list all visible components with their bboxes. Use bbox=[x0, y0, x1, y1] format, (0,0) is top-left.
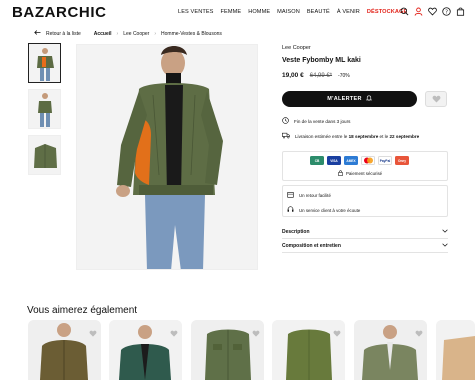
recommended-product-4[interactable] bbox=[272, 320, 345, 380]
recommended-product-6[interactable] bbox=[436, 320, 475, 380]
heart-icon[interactable] bbox=[252, 324, 260, 342]
logo[interactable]: BAZARCHIC bbox=[12, 4, 107, 21]
bag-icon[interactable] bbox=[456, 7, 465, 16]
product-main-image[interactable] bbox=[76, 44, 258, 270]
clock-icon bbox=[282, 117, 289, 125]
oney-icon: Oney bbox=[395, 156, 409, 165]
current-price: 19,00 € bbox=[282, 72, 304, 79]
chevron-down-icon bbox=[442, 243, 448, 249]
heart-icon[interactable] bbox=[89, 324, 97, 342]
svg-text:?: ? bbox=[445, 9, 448, 15]
sale-end-text: Fin de la vente dans 3 jours bbox=[294, 118, 351, 124]
alert-button[interactable]: M'ALERTER bbox=[282, 91, 417, 107]
recommended-product-3[interactable] bbox=[191, 320, 264, 380]
accordion-composition-label: Composition et entretien bbox=[282, 243, 341, 249]
discount-badge: -70% bbox=[338, 73, 350, 79]
nav-beaute[interactable]: BEAUTÉ bbox=[307, 9, 330, 15]
truck-icon bbox=[282, 132, 290, 140]
lock-icon bbox=[338, 170, 343, 177]
thumbnail-3[interactable] bbox=[28, 135, 61, 175]
product-name: Veste Fybomby ML kaki bbox=[282, 57, 361, 64]
heart-icon[interactable] bbox=[333, 324, 341, 342]
headset-icon bbox=[287, 206, 294, 214]
visa-card-icon: VISA bbox=[327, 156, 341, 165]
thumbnail-1[interactable] bbox=[28, 43, 61, 83]
payment-methods: CB VISA AMEX PayPal Oney bbox=[310, 156, 409, 165]
thumbnail-2[interactable] bbox=[28, 89, 61, 129]
paypal-icon: PayPal bbox=[378, 156, 392, 165]
recommended-product-5[interactable] bbox=[354, 320, 427, 380]
customer-service: Un service client à votre écoute bbox=[287, 206, 360, 214]
price-block: 19,00 € 64,99 €* -70% bbox=[282, 72, 350, 79]
cb-card-icon: CB bbox=[310, 156, 324, 165]
breadcrumb-category[interactable]: Homme-Vestes & Blousons bbox=[161, 31, 222, 37]
heart-icon bbox=[432, 90, 441, 108]
arrow-left-icon[interactable] bbox=[34, 30, 41, 37]
heart-icon[interactable] bbox=[428, 7, 437, 16]
product-brand[interactable]: Lee Cooper bbox=[282, 45, 311, 51]
accordion-composition[interactable]: Composition et entretien bbox=[282, 240, 448, 253]
delivery-info: Livraison estimée entre le 18 septembre … bbox=[282, 132, 419, 140]
nav-femme[interactable]: FEMME bbox=[221, 9, 242, 15]
original-price: 64,99 €* bbox=[309, 73, 333, 79]
heart-icon[interactable] bbox=[415, 324, 423, 342]
search-icon[interactable] bbox=[400, 7, 409, 16]
main-nav: LES VENTES FEMME HOMME MAISON BEAUTÉ À V… bbox=[178, 9, 407, 15]
recommended-product-1[interactable] bbox=[28, 320, 101, 380]
accordion-description[interactable]: Description bbox=[282, 226, 448, 239]
delivery-prefix: Livraison estimée entre le bbox=[295, 133, 349, 139]
return-box-icon bbox=[287, 191, 294, 199]
chevron-down-icon bbox=[442, 229, 448, 235]
header: BAZARCHIC LES VENTES FEMME HOMME MAISON … bbox=[0, 0, 475, 26]
header-icons: ? bbox=[400, 7, 465, 16]
nav-les-ventes[interactable]: LES VENTES bbox=[178, 9, 214, 15]
alert-button-label: M'ALERTER bbox=[327, 96, 362, 102]
payment-box: CB VISA AMEX PayPal Oney Paiement sécuri… bbox=[282, 151, 448, 181]
recommended-product-2[interactable] bbox=[109, 320, 182, 380]
delivery-text: Livraison estimée entre le 18 septembre … bbox=[295, 134, 419, 139]
secure-payment-text: Paiement sécurisé bbox=[346, 171, 383, 176]
nav-homme[interactable]: HOMME bbox=[248, 9, 270, 15]
customer-service-text: Un service client à votre écoute bbox=[299, 207, 361, 213]
accordion-description-label: Description bbox=[282, 229, 310, 235]
heart-icon[interactable] bbox=[170, 324, 178, 342]
thumbnail-gallery bbox=[28, 43, 61, 175]
breadcrumb-home[interactable]: Accueil bbox=[94, 31, 112, 37]
sale-end-info: Fin de la vente dans 3 jours bbox=[282, 117, 350, 125]
nav-a-venir[interactable]: À VENIR bbox=[337, 9, 360, 15]
breadcrumb-brand[interactable]: Lee Cooper bbox=[123, 31, 149, 37]
back-to-list-link[interactable]: Retour à la liste bbox=[46, 31, 81, 37]
easy-return: Un retour facilité bbox=[287, 191, 331, 199]
delivery-date-end: 22 septembre bbox=[389, 133, 420, 139]
recommendations-title: Vous aimerez également bbox=[27, 305, 138, 316]
help-icon[interactable]: ? bbox=[442, 7, 451, 16]
delivery-date-start: 18 septembre bbox=[348, 133, 379, 139]
user-icon[interactable] bbox=[414, 7, 423, 16]
nav-maison[interactable]: MAISON bbox=[277, 9, 300, 15]
amex-card-icon: AMEX bbox=[344, 156, 358, 165]
delivery-mid: et le bbox=[378, 133, 390, 139]
services-box: Un retour facilité Un service client à v… bbox=[282, 185, 448, 217]
chevron-right-icon: › bbox=[116, 30, 119, 37]
easy-return-text: Un retour facilité bbox=[299, 192, 331, 198]
bell-icon bbox=[365, 95, 373, 103]
add-to-favorites-button[interactable] bbox=[425, 91, 447, 107]
secure-payment: Paiement sécurisé bbox=[338, 170, 382, 177]
mastercard-icon bbox=[361, 156, 375, 165]
chevron-right-icon: › bbox=[154, 30, 157, 37]
breadcrumb: Retour à la liste Accueil › Lee Cooper ›… bbox=[34, 30, 222, 37]
